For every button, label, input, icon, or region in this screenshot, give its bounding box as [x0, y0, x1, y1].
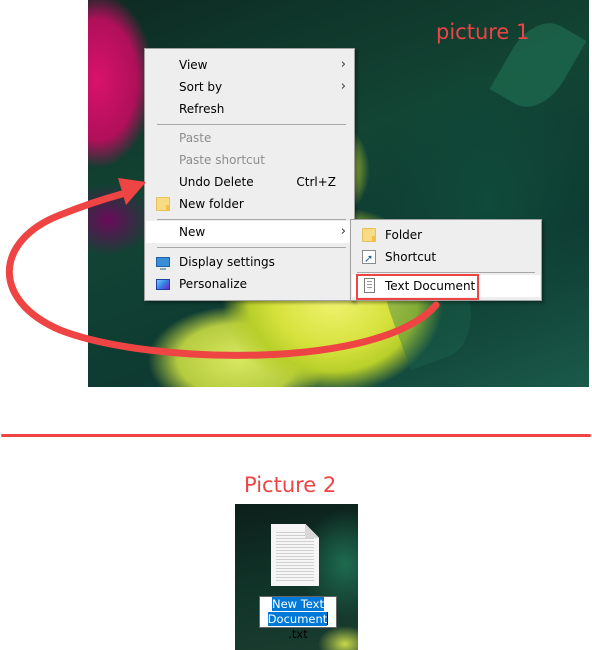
- highlight-box-annotation: [356, 274, 479, 300]
- display-icon: [156, 257, 170, 270]
- menu-item-label: Refresh: [179, 102, 225, 116]
- menu-item-new[interactable]: New ›: [146, 221, 353, 243]
- menu-item-label: New folder: [179, 197, 244, 211]
- submenu-item-folder[interactable]: Folder: [352, 224, 540, 246]
- picture-2-label: Picture 2: [244, 473, 337, 497]
- filename-extension: .txt: [288, 627, 308, 641]
- filename-selected-text: New Text: [272, 597, 324, 611]
- menu-item-paste[interactable]: Paste: [146, 127, 353, 149]
- filename-selected-text: Document: [267, 612, 328, 626]
- menu-item-shortcut: Ctrl+Z: [296, 175, 336, 189]
- menu-item-label: New: [179, 225, 206, 239]
- personalize-icon: [156, 279, 170, 290]
- menu-item-personalize[interactable]: Personalize: [146, 273, 353, 295]
- menu-item-label: Shortcut: [385, 250, 437, 264]
- folder-icon: [156, 197, 170, 211]
- text-document-icon[interactable]: [271, 524, 319, 586]
- menu-item-sort-by[interactable]: Sort by ›: [146, 76, 353, 98]
- menu-item-label: Paste: [179, 131, 212, 145]
- menu-item-display-settings[interactable]: Display settings: [146, 251, 353, 273]
- menu-item-label: Sort by: [179, 80, 223, 94]
- document-fold: [305, 524, 319, 538]
- folder-icon: [362, 228, 376, 242]
- desktop-context-menu: View › Sort by › Refresh Paste Paste sho…: [144, 48, 355, 301]
- menu-item-label: Personalize: [179, 277, 248, 291]
- menu-separator: [157, 124, 346, 125]
- menu-separator: [157, 247, 346, 248]
- menu-item-label: Undo Delete: [179, 175, 254, 189]
- menu-separator: [157, 219, 346, 220]
- menu-item-view[interactable]: View ›: [146, 54, 353, 76]
- menu-item-undo-delete[interactable]: Undo Delete Ctrl+Z: [146, 171, 353, 193]
- menu-separator: [357, 272, 535, 273]
- menu-item-label: Paste shortcut: [179, 153, 265, 167]
- menu-item-refresh[interactable]: Refresh: [146, 98, 353, 120]
- chevron-right-icon: ›: [340, 224, 346, 239]
- menu-item-label: View: [179, 58, 208, 72]
- shortcut-icon: [362, 248, 376, 270]
- filename-rename-input[interactable]: New Text Document.txt: [259, 596, 337, 641]
- picture-1-label: picture 1: [436, 20, 530, 44]
- submenu-item-shortcut[interactable]: Shortcut: [352, 246, 540, 270]
- chevron-right-icon: ›: [340, 57, 346, 72]
- menu-item-new-folder[interactable]: New folder: [146, 193, 353, 215]
- desktop-wallpaper-picture-2: New Text Document.txt: [235, 504, 358, 650]
- menu-item-paste-shortcut[interactable]: Paste shortcut: [146, 149, 353, 171]
- section-divider: [1, 434, 591, 437]
- text-caret: [327, 612, 329, 625]
- menu-item-label: Display settings: [179, 255, 275, 269]
- menu-item-label: Folder: [385, 228, 423, 242]
- chevron-right-icon: ›: [340, 79, 346, 94]
